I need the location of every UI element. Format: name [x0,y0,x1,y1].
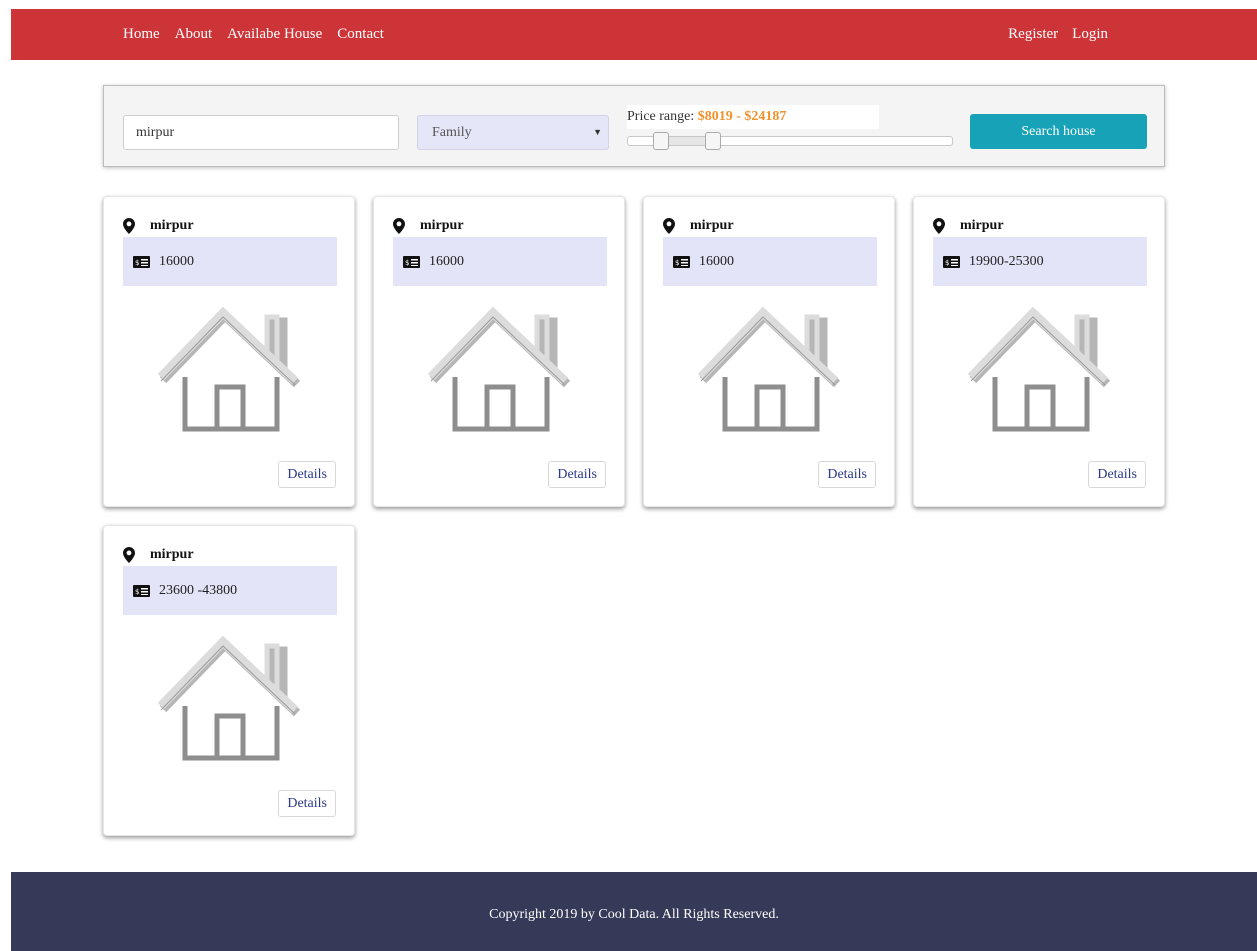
map-marker-icon [663,218,675,234]
nav-register-link[interactable]: Register [1008,26,1058,43]
nav-contact-link[interactable]: Contact [337,26,384,43]
money-bill-icon: $ [403,255,420,268]
card-price: 16000 [429,253,464,269]
money-bill-icon: $ [133,584,150,597]
price-range-label: Price range: $8019 - $24187 [627,105,879,129]
house-card: mirpur $ 16000 Details [103,196,355,507]
copyright-text: Copyright 2019 by Cool Data. All Rights … [489,906,779,922]
house-icon [697,306,841,432]
search-panel: Family ▼ Price range: $8019 - $24187 Sea… [103,85,1165,167]
card-location: mirpur [123,217,194,235]
nav-available-house-link[interactable]: Availabe House [227,26,322,43]
house-type-select[interactable]: Family ▼ [417,115,609,150]
price-range-caption: Price range: [627,109,695,124]
nav-right: Register Login [994,9,1108,60]
search-house-button[interactable]: Search house [970,114,1147,149]
svg-text:$: $ [945,259,949,267]
card-location-text: mirpur [690,218,734,233]
details-button[interactable]: Details [278,461,336,488]
money-bill-icon: $ [133,255,150,268]
svg-text:$: $ [405,259,409,267]
price-slider-handle-max[interactable] [705,132,721,150]
map-marker-icon [123,218,135,234]
card-price-box: $ 19900-25300 [933,237,1147,286]
card-location-text: mirpur [960,218,1004,233]
house-icon [427,306,571,432]
map-marker-icon [123,547,135,563]
card-location-text: mirpur [150,547,194,562]
price-slider-handle-min[interactable] [653,132,669,150]
money-bill-icon: $ [673,255,690,268]
location-search-input[interactable] [123,115,399,150]
card-price: 16000 [159,253,194,269]
house-icon [157,635,301,761]
house-card: mirpur $ 23600 -43800 Details [103,525,355,836]
footer: Copyright 2019 by Cool Data. All Rights … [11,872,1257,951]
svg-text:$: $ [675,259,679,267]
card-price-box: $ 16000 [663,237,877,286]
house-card: mirpur $ 19900-25300 Details [913,196,1165,507]
nav-login-link[interactable]: Login [1072,26,1108,43]
caret-down-icon: ▼ [593,127,602,137]
svg-text:$: $ [135,588,139,596]
map-marker-icon [933,218,945,234]
nav-home-link[interactable]: Home [123,26,160,43]
card-location: mirpur [663,217,734,235]
house-card: mirpur $ 16000 Details [373,196,625,507]
money-bill-icon: $ [943,255,960,268]
house-icon [967,306,1111,432]
house-type-selected: Family [432,124,472,140]
card-price-box: $ 16000 [393,237,607,286]
card-price: 23600 -43800 [159,582,238,598]
nav-about-link[interactable]: About [175,26,213,43]
navbar: Home About Availabe House Contact Regist… [11,9,1257,60]
card-price-box: $ 16000 [123,237,337,286]
details-button[interactable]: Details [818,461,876,488]
card-price: 19900-25300 [969,253,1044,269]
details-button[interactable]: Details [278,790,336,817]
card-location: mirpur [393,217,464,235]
house-card: mirpur $ 16000 Details [643,196,895,507]
card-location-text: mirpur [420,218,464,233]
details-button[interactable]: Details [548,461,606,488]
card-location-text: mirpur [150,218,194,233]
card-location: mirpur [123,546,194,564]
price-range-control: Price range: $8019 - $24187 [627,105,957,150]
details-button[interactable]: Details [1088,461,1146,488]
house-icon [157,306,301,432]
svg-text:$: $ [135,259,139,267]
map-marker-icon [393,218,405,234]
nav-left: Home About Availabe House Contact [123,9,399,60]
card-location: mirpur [933,217,1004,235]
price-range-value: $8019 - $24187 [697,109,787,124]
card-price-box: $ 23600 -43800 [123,566,337,615]
card-price: 16000 [699,253,734,269]
